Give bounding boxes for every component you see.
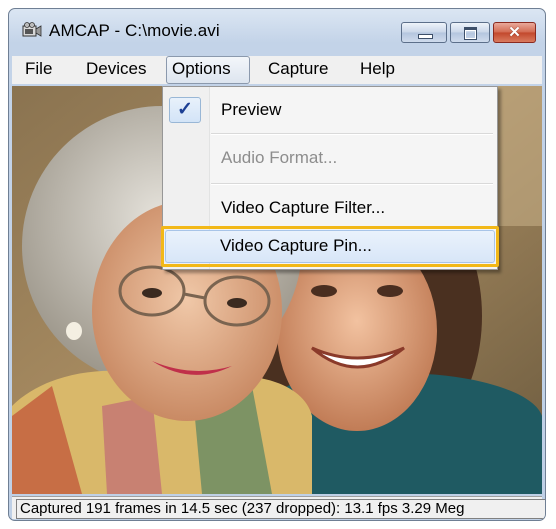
menu-help[interactable]: Help: [355, 56, 400, 84]
menu-item-video-capture-filter[interactable]: Video Capture Filter...: [165, 193, 495, 223]
title-bar[interactable]: AMCAP - C:\movie.avi ✕: [9, 9, 545, 49]
close-button[interactable]: ✕: [493, 22, 536, 43]
maximize-button[interactable]: [450, 22, 490, 43]
menu-devices[interactable]: Devices: [81, 56, 151, 84]
camera-icon: [22, 22, 42, 37]
menu-options[interactable]: Options: [166, 56, 250, 84]
menu-capture[interactable]: Capture: [263, 56, 333, 84]
minimize-button[interactable]: [401, 22, 447, 43]
menu-file[interactable]: File: [20, 56, 57, 84]
check-indicator: ✓: [169, 97, 201, 123]
menu-bar: File Devices Options Capture Help: [12, 56, 542, 84]
menu-item-audio-format[interactable]: Audio Format...: [165, 143, 495, 173]
checkmark-icon: ✓: [177, 99, 193, 120]
menu-separator: [211, 133, 493, 135]
callout-highlight: [161, 226, 499, 267]
close-icon: ✕: [508, 24, 521, 41]
window-title: AMCAP - C:\movie.avi: [49, 21, 220, 40]
minimize-icon: [418, 34, 433, 39]
status-bar: Captured 191 frames in 14.5 sec (237 dro…: [12, 496, 545, 519]
menu-item-label: Preview: [221, 100, 282, 119]
menu-item-label: Video Capture Filter...: [221, 198, 386, 217]
menu-item-preview[interactable]: ✓ Preview: [165, 95, 495, 125]
capture-status-text: Captured 191 frames in 14.5 sec (237 dro…: [16, 499, 545, 519]
menu-separator: [211, 183, 493, 185]
menu-item-label: Audio Format...: [221, 148, 338, 167]
maximize-icon: [464, 27, 477, 40]
